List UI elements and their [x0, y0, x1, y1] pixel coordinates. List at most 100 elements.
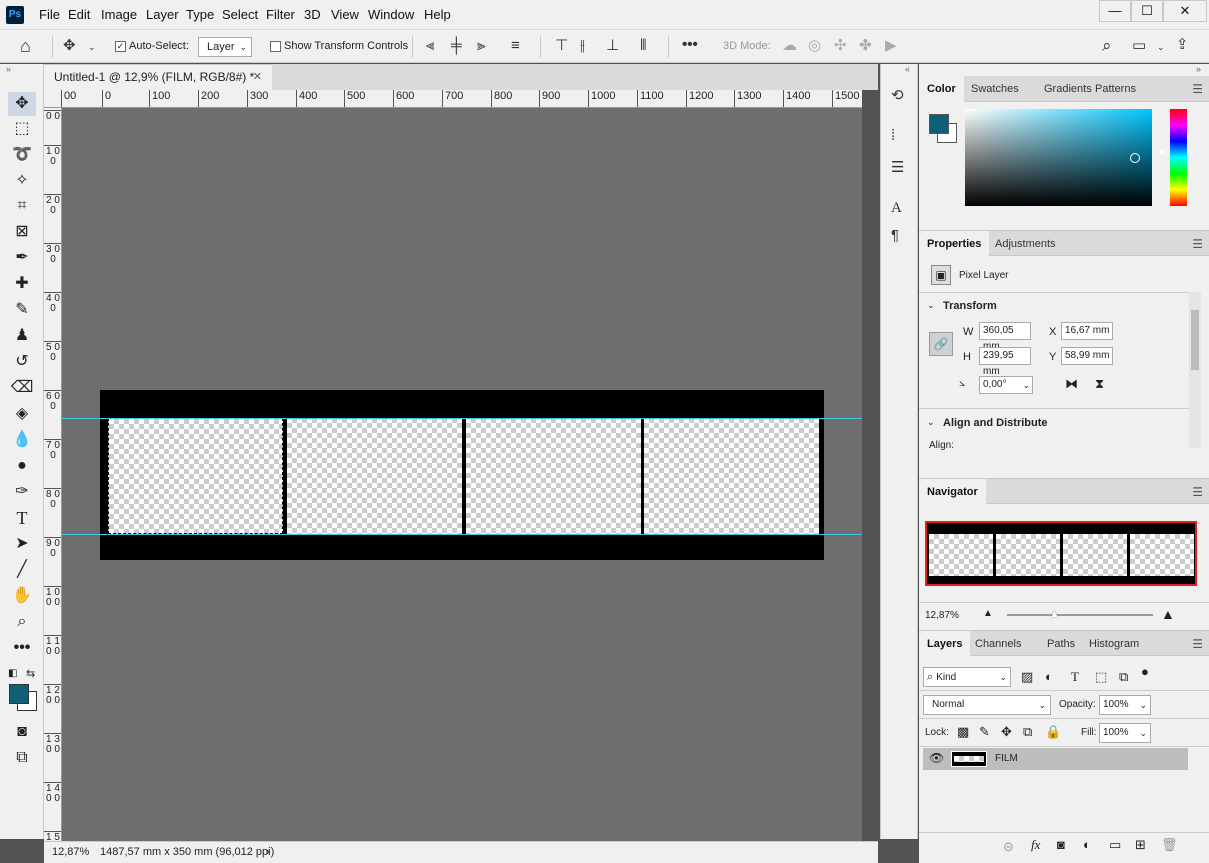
close-tab-icon[interactable]: ✕: [253, 65, 262, 89]
add-mask-icon[interactable]: ◙: [1057, 837, 1065, 852]
lock-transparent-icon[interactable]: ▩: [957, 724, 969, 740]
group-folder-icon[interactable]: ▭: [1109, 837, 1121, 853]
marquee-tool[interactable]: ⬚: [8, 117, 36, 141]
guide-line[interactable]: [62, 534, 862, 535]
navigator-preview[interactable]: [925, 521, 1197, 586]
color-picker-marker[interactable]: [1130, 153, 1140, 163]
lock-position-icon[interactable]: ✥: [1001, 724, 1012, 740]
eye-icon[interactable]: 👁: [929, 751, 944, 765]
angle-field[interactable]: 0,00° ⌄: [979, 376, 1033, 394]
lasso-tool[interactable]: ➰: [8, 143, 36, 167]
dodge-tool[interactable]: ●: [8, 454, 36, 478]
frame-tool[interactable]: ⊠: [8, 220, 36, 244]
align-right-icon[interactable]: ⫸: [477, 36, 485, 56]
fill-field[interactable]: 100% ⌄: [1099, 723, 1151, 743]
scrollbar-thumb[interactable]: [1191, 310, 1199, 370]
paint-bucket-tool[interactable]: ◈: [8, 402, 36, 426]
menu-window[interactable]: Window: [368, 7, 414, 22]
minimize-button[interactable]: —: [1099, 0, 1131, 22]
show-transform-checkbox[interactable]: [270, 41, 281, 52]
chevron-down-icon[interactable]: ⌄: [927, 300, 935, 311]
layer-name[interactable]: FILM: [995, 753, 1018, 764]
panel-menu-icon[interactable]: ☰: [1192, 637, 1203, 651]
film-frame[interactable]: [287, 418, 462, 534]
width-field[interactable]: 360,05 mm: [979, 322, 1031, 352]
tab-paths[interactable]: Paths: [1039, 631, 1083, 657]
menu-filter[interactable]: Filter: [266, 7, 295, 22]
filter-shape-icon[interactable]: ⬚: [1095, 669, 1107, 685]
blend-mode-dropdown[interactable]: Normal ⌄: [923, 695, 1051, 715]
canvas-pasteboard[interactable]: [62, 108, 862, 841]
y-field[interactable]: 58,99 mm: [1061, 347, 1113, 365]
tab-adjustments[interactable]: Adjustments: [987, 231, 1064, 257]
panel-menu-icon[interactable]: ☰: [1192, 237, 1203, 251]
maximize-button[interactable]: ☐: [1131, 0, 1163, 22]
type-tool[interactable]: T: [8, 506, 36, 530]
pen-tool[interactable]: ✑: [8, 480, 36, 504]
history-panel-icon[interactable]: ⟲: [891, 86, 904, 106]
menu-image[interactable]: Image: [101, 7, 137, 22]
swap-colors-icon[interactable]: ⇆: [26, 667, 35, 680]
link-layers-icon[interactable]: ⊝: [1003, 839, 1014, 855]
menu-type[interactable]: Type: [186, 7, 214, 22]
foreground-color-swatch[interactable]: [9, 684, 29, 704]
status-menu-arrow[interactable]: ›: [266, 842, 270, 862]
chevron-down-icon[interactable]: ⌄: [927, 417, 935, 428]
tab-navigator[interactable]: Navigator: [919, 479, 986, 505]
edit-toolbar-icon[interactable]: •••: [8, 636, 36, 660]
align-bottom-icon[interactable]: ⊥: [606, 36, 619, 56]
auto-select-dropdown[interactable]: Layer ⌄: [198, 37, 252, 57]
chevron-down-icon[interactable]: ⌄: [88, 37, 96, 57]
flip-horizontal-icon[interactable]: ⧓: [1065, 376, 1078, 392]
brush-tool[interactable]: ✎: [8, 298, 36, 322]
close-button[interactable]: ✕: [1163, 0, 1207, 22]
tab-swatches[interactable]: Swatches: [963, 76, 1027, 102]
film-frame[interactable]: [644, 418, 819, 534]
adjustment-layer-icon[interactable]: ◐: [1083, 837, 1091, 852]
history-brush-tool[interactable]: ↺: [8, 350, 36, 374]
menu-3d[interactable]: 3D: [304, 7, 321, 22]
guide-line[interactable]: [62, 418, 862, 419]
status-zoom[interactable]: 12,87%: [52, 842, 89, 862]
zoom-tool[interactable]: ⌕: [8, 610, 36, 634]
healing-brush-tool[interactable]: ✚: [8, 272, 36, 296]
delete-layer-icon[interactable]: 🗑: [1161, 837, 1178, 853]
clone-stamp-tool[interactable]: ♟: [8, 324, 36, 348]
menu-select[interactable]: Select: [222, 7, 258, 22]
screen-mode-icon[interactable]: ⧉: [8, 746, 36, 770]
lock-artboard-icon[interactable]: ⧉: [1023, 724, 1032, 740]
auto-select-checkbox[interactable]: ✓: [115, 41, 126, 52]
panel-menu-icon[interactable]: ☰: [1192, 82, 1203, 96]
tab-channels[interactable]: Channels: [967, 631, 1029, 657]
tab-layers[interactable]: Layers: [919, 631, 971, 657]
layer-style-icon[interactable]: fx: [1031, 837, 1040, 853]
height-field[interactable]: 239,95 mm: [979, 347, 1031, 377]
zoom-slider-thumb[interactable]: ▲: [1049, 608, 1060, 620]
distribute-icon[interactable]: ≡: [511, 36, 520, 56]
line-tool[interactable]: ╱: [8, 558, 36, 582]
filter-smart-icon[interactable]: ⧉: [1119, 669, 1128, 685]
zoom-in-icon[interactable]: ▲: [1161, 606, 1175, 622]
zoom-slider[interactable]: [1007, 614, 1153, 616]
tab-color[interactable]: Color: [919, 76, 964, 102]
align-left-icon[interactable]: ⫷: [426, 36, 434, 56]
lock-all-icon[interactable]: 🔒: [1045, 724, 1061, 740]
menu-file[interactable]: File: [39, 7, 60, 22]
brushes-icon[interactable]: ☰: [891, 158, 904, 178]
navigator-zoom[interactable]: 12,87%: [925, 610, 959, 621]
tab-histogram[interactable]: Histogram: [1081, 631, 1147, 657]
workspace-chevron-icon[interactable]: ⌄: [1157, 37, 1165, 57]
align-middle-icon[interactable]: ⫲: [580, 36, 585, 56]
panel-menu-icon[interactable]: ☰: [1192, 485, 1203, 499]
flip-vertical-icon[interactable]: ⧗: [1095, 376, 1104, 392]
layer-filter-dropdown[interactable]: ⌕ Kind ⌄: [923, 667, 1011, 687]
link-icon[interactable]: 🔗: [929, 332, 953, 356]
share-icon[interactable]: ⇪: [1176, 35, 1189, 55]
eraser-tool[interactable]: ⌫: [8, 376, 36, 400]
quick-mask-icon[interactable]: ◙: [8, 720, 36, 744]
paragraph-panel-icon[interactable]: ¶: [891, 226, 899, 246]
home-icon[interactable]: ⌂: [20, 36, 31, 56]
film-frame[interactable]: [108, 418, 283, 534]
filter-pixel-icon[interactable]: ▨: [1021, 669, 1033, 685]
more-options-icon[interactable]: •••: [682, 35, 698, 55]
